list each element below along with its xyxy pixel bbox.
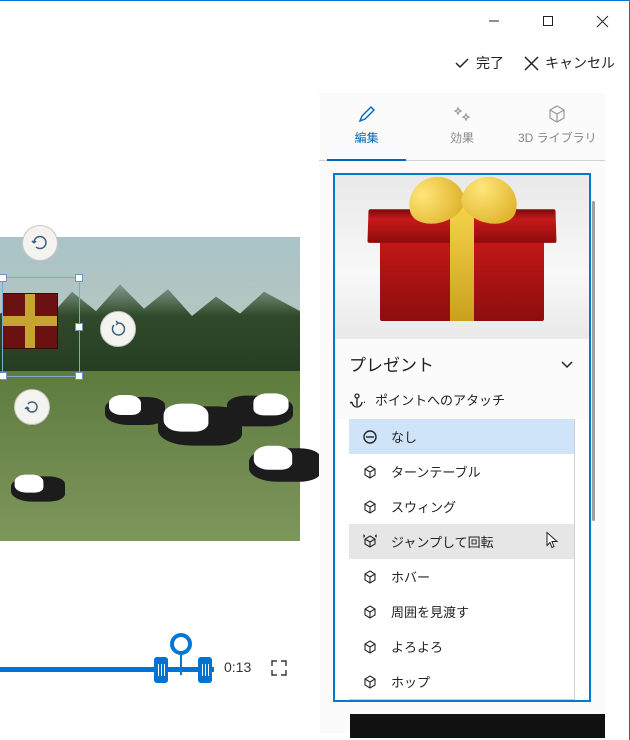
preview-subject-dog — [227, 396, 293, 427]
rotate-icon — [30, 233, 50, 253]
sparkle-icon — [452, 104, 472, 124]
rotate-z-handle[interactable] — [14, 389, 50, 425]
resize-handle[interactable] — [75, 323, 83, 331]
animation-option[interactable]: 周囲を見渡す — [349, 594, 574, 629]
cube-icon — [361, 463, 379, 481]
timeline: 0:13 — [0, 641, 300, 711]
tab-edit-label: 編集 — [355, 131, 379, 145]
panel-scrollbar[interactable] — [592, 201, 595, 521]
tab-effects-label: 効果 — [450, 131, 474, 145]
pencil-icon — [357, 104, 377, 124]
fullscreen-button[interactable] — [270, 659, 288, 682]
animation-option[interactable]: ホバー — [349, 559, 574, 594]
check-icon — [454, 55, 470, 71]
rotate-icon — [22, 397, 42, 417]
storyboard-strip[interactable] — [14, 714, 605, 738]
animation-option-label: ホップ — [391, 672, 430, 691]
rotate-icon — [108, 319, 128, 339]
animation-option[interactable]: ジャンプして回転 — [349, 524, 574, 559]
rotate-x-handle[interactable] — [22, 225, 58, 261]
cube-icon — [361, 498, 379, 516]
cube-icon — [361, 568, 379, 586]
trim-handle-end[interactable] — [198, 657, 212, 683]
playhead[interactable] — [170, 633, 192, 655]
preview-subject-dog — [105, 397, 165, 425]
animation-option-label: ホバー — [391, 567, 430, 586]
effects-side-panel: 編集 効果 3D ライブラリ プレゼント ポイントへのアタッチ — [319, 93, 605, 733]
animation-option-label: ターンテーブル — [391, 462, 481, 481]
animation-option-list: なしターンテーブルスウィングジャンプして回転ホバー周囲を見渡すよろよろホップ — [349, 419, 575, 700]
minimize-icon — [488, 15, 500, 27]
none-icon — [361, 428, 379, 446]
resize-handle[interactable] — [75, 274, 83, 282]
current-time-label: 0:13 — [224, 659, 251, 675]
animation-option[interactable]: ターンテーブル — [349, 454, 574, 489]
cube-jump-icon — [361, 533, 379, 551]
chevron-down-icon — [559, 356, 575, 372]
tab-3d-library[interactable]: 3D ライブラリ — [510, 93, 605, 160]
effect-preview-image — [335, 175, 589, 339]
effect-card[interactable]: プレゼント ポイントへのアタッチ なしターンテーブルスウィングジャンプして回転ホ… — [333, 173, 591, 702]
window-titlebar — [0, 1, 629, 41]
animation-option[interactable]: なし — [349, 419, 574, 454]
preview-subject-dog — [249, 448, 321, 482]
animation-option[interactable]: よろよろ — [349, 629, 574, 664]
tab-edit[interactable]: 編集 — [319, 93, 414, 160]
animation-option-label: スウィング — [391, 497, 456, 516]
cube-icon — [361, 673, 379, 691]
animation-option-label: なし — [391, 427, 417, 446]
effect-title-row[interactable]: プレゼント — [335, 339, 589, 384]
trim-handle-start[interactable] — [154, 657, 168, 683]
animation-option-label: 周囲を見渡す — [391, 602, 469, 621]
attach-label: ポイントへのアタッチ — [375, 390, 505, 409]
maximize-button[interactable] — [525, 6, 571, 36]
tab-effects[interactable]: 効果 — [414, 93, 509, 160]
cancel-label: キャンセル — [545, 53, 615, 73]
rotate-y-handle[interactable] — [100, 311, 136, 347]
animation-option[interactable]: ホップ — [349, 664, 574, 699]
minimize-button[interactable] — [471, 6, 517, 36]
cube-icon — [546, 104, 568, 124]
attach-to-point-row[interactable]: ポイントへのアタッチ — [335, 384, 589, 419]
x-icon — [524, 56, 539, 71]
animation-option[interactable]: スウィング — [349, 489, 574, 524]
header-actions: 完了 キャンセル — [0, 41, 629, 85]
animation-option-label: ジャンプして回転 — [391, 532, 494, 551]
done-button[interactable]: 完了 — [454, 53, 504, 73]
video-preview[interactable] — [0, 237, 300, 541]
animation-option-label: よろよろ — [391, 637, 443, 656]
anchor-icon — [349, 392, 365, 408]
cube-icon — [361, 603, 379, 621]
resize-handle[interactable] — [0, 274, 7, 282]
resize-handle[interactable] — [75, 372, 83, 380]
preview-subject-dog — [11, 476, 65, 501]
fullscreen-icon — [270, 659, 288, 677]
gizmo-selection-box[interactable] — [2, 277, 80, 377]
maximize-icon — [542, 15, 554, 27]
cube-icon — [361, 638, 379, 656]
tab-library-label: 3D ライブラリ — [518, 131, 597, 145]
effect-title: プレゼント — [349, 351, 434, 376]
cancel-button[interactable]: キャンセル — [524, 53, 615, 73]
cursor-icon — [546, 531, 560, 552]
resize-handle[interactable] — [0, 372, 7, 380]
close-icon — [596, 15, 609, 28]
done-label: 完了 — [476, 53, 504, 73]
close-window-button[interactable] — [579, 6, 625, 36]
panel-tabs: 編集 効果 3D ライブラリ — [319, 93, 605, 161]
